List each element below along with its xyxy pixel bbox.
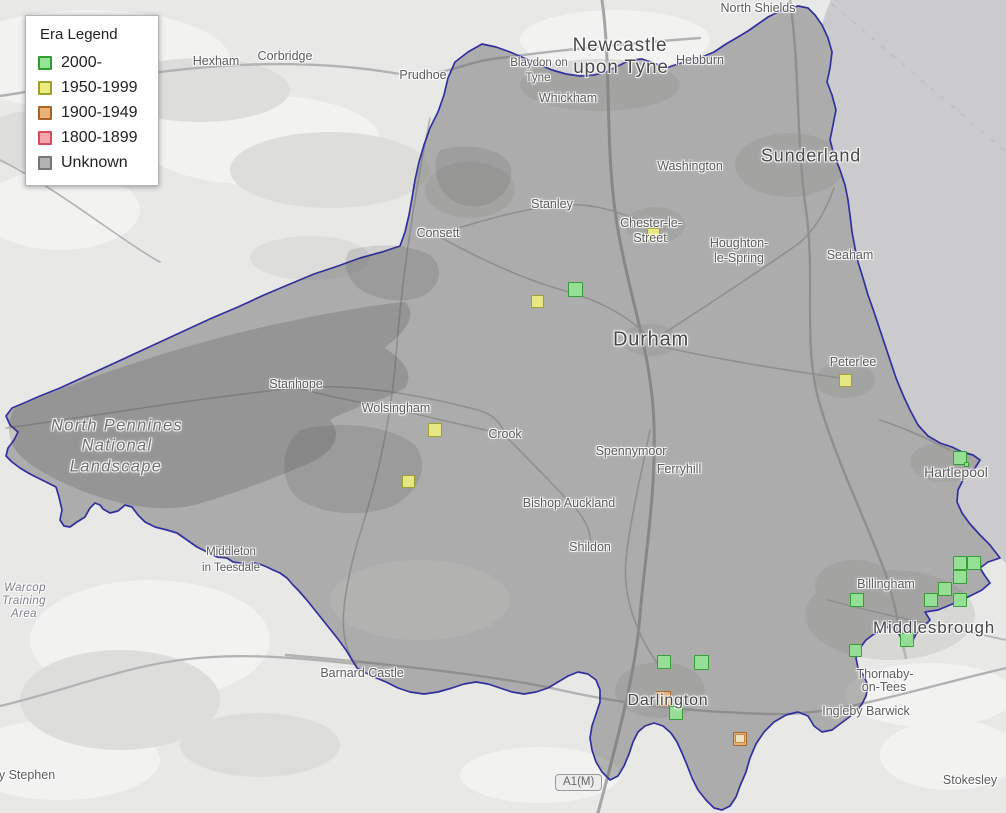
legend-label: Unknown [61, 153, 128, 171]
map-marker-2000[interactable] [694, 655, 709, 670]
legend-item-1950: 1950-1999 [38, 75, 144, 100]
legend-title: Era Legend [40, 26, 118, 43]
road-badge-a1m: A1(M) [555, 774, 603, 791]
legend-label: 1800-1899 [61, 128, 138, 146]
map-marker-2000[interactable] [568, 282, 583, 297]
legend-item-2000: 2000- [38, 50, 144, 75]
map-marker-2000[interactable] [964, 462, 969, 467]
legend-swatch-unknown [38, 155, 52, 170]
legend-label: 1900-1949 [61, 103, 138, 121]
era-legend: Era Legend 2000- 1950-1999 1900-1949 1800-1… [25, 15, 159, 186]
map-marker-2000[interactable] [924, 593, 938, 607]
map[interactable]: North Shields Newcastle upon Tyne Hebburn Bl… [0, 0, 1006, 813]
legend-label: 1950-1999 [61, 78, 138, 96]
legend-label: 2000- [61, 53, 102, 71]
map-marker-2000[interactable] [669, 706, 683, 720]
map-marker-1950[interactable] [402, 475, 415, 488]
map-marker-2000[interactable] [850, 593, 864, 607]
legend-swatch-1900 [38, 105, 52, 120]
map-marker-2000[interactable] [657, 655, 671, 669]
legend-swatch-1950 [38, 80, 52, 95]
map-marker-1950[interactable] [531, 295, 544, 308]
map-marker-2000[interactable] [938, 582, 952, 596]
map-marker-2000[interactable] [953, 593, 967, 607]
map-marker-1950[interactable] [428, 423, 442, 437]
map-marker-1900[interactable] [656, 691, 671, 706]
legend-item-unknown: Unknown [38, 150, 144, 175]
legend-item-1800: 1800-1899 [38, 125, 144, 150]
legend-swatch-1800 [38, 130, 52, 145]
map-marker-2000[interactable] [967, 556, 981, 570]
legend-swatch-2000 [38, 55, 52, 70]
map-marker-2000[interactable] [849, 644, 862, 657]
legend-item-1900: 1900-1949 [38, 100, 144, 125]
map-marker-1950[interactable] [647, 228, 660, 241]
era-legend-items: 2000- 1950-1999 1900-1949 1800-1899 Unknown [38, 50, 144, 175]
map-marker-2000[interactable] [953, 556, 967, 570]
map-marker-2000[interactable] [900, 633, 914, 647]
marker-inner-square [735, 734, 745, 743]
map-marker-1900[interactable] [733, 732, 747, 746]
map-marker-2000[interactable] [953, 570, 967, 584]
map-marker-1950[interactable] [839, 374, 852, 387]
